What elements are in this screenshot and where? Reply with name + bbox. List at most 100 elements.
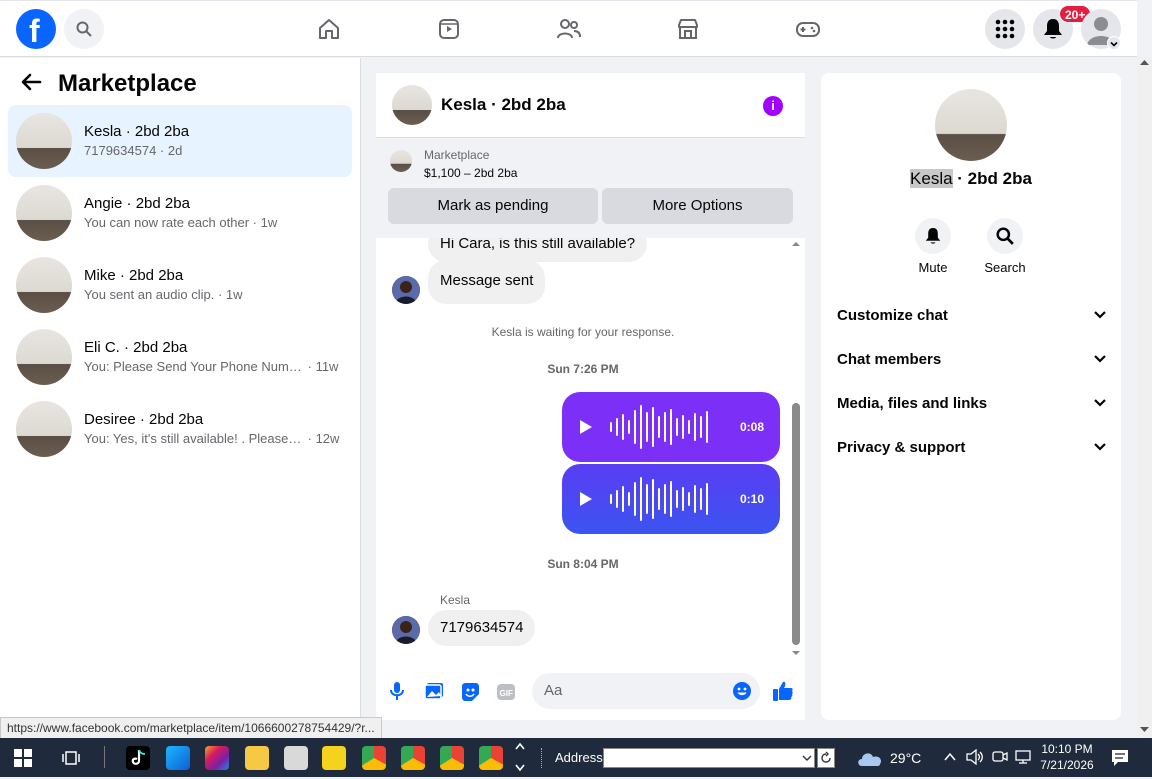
conversation-text: Mike · 2bd 2ba You sent an audio clip. · … [84, 266, 344, 304]
waveform-bar [676, 490, 678, 508]
refresh-icon[interactable] [817, 748, 835, 768]
marketplace-icon[interactable] [668, 11, 708, 47]
facebook-logo-icon[interactable]: f [16, 9, 56, 49]
search-icon[interactable] [64, 9, 104, 49]
conversation-item[interactable]: Eli C. · 2bd 2ba You: Please Send Your Ph… [8, 321, 352, 393]
message-input[interactable]: Aa [532, 673, 760, 709]
microphone-icon[interactable] [390, 681, 404, 706]
chat-scrollbar[interactable] [790, 238, 802, 658]
account-chevron-icon[interactable] [1107, 36, 1121, 50]
tiktok-icon[interactable] [126, 746, 150, 770]
menu-grid-icon[interactable] [985, 9, 1025, 49]
conversation-preview-row: 7179634574 · 2d [84, 142, 344, 160]
address-input[interactable] [603, 748, 815, 768]
search-action[interactable]: Search [975, 218, 1035, 275]
play-icon[interactable] [580, 492, 592, 506]
chevron-down-icon[interactable] [1093, 395, 1107, 412]
chat-panel: Kesla · 2bd 2ba i Marketplace $1,100 – 2… [376, 73, 805, 720]
section-label: Privacy & support [837, 438, 966, 456]
chrome-icon[interactable] [362, 746, 386, 770]
chrome-icon[interactable] [401, 746, 425, 770]
emoji-icon[interactable] [732, 681, 752, 706]
message-bubble: Message sent [428, 260, 546, 304]
conversation-item[interactable]: Angie · 2bd 2ba You can now rate each oth… [8, 177, 352, 249]
chevron-down-icon[interactable] [1093, 351, 1107, 368]
like-thumb-icon[interactable] [772, 680, 794, 707]
profile-avatar[interactable] [935, 89, 1007, 161]
details-section[interactable]: Chat members [837, 347, 1107, 371]
play-icon[interactable] [580, 420, 592, 434]
waveform-bar [700, 488, 702, 510]
home-icon[interactable] [309, 11, 349, 47]
waveform-bar [664, 484, 666, 514]
file-explorer-icon[interactable] [245, 746, 269, 770]
chevron-down-icon[interactable] [1093, 307, 1107, 324]
bell-icon[interactable] [915, 218, 951, 254]
mark-as-pending-button[interactable]: Mark as pending [388, 188, 598, 224]
meet-now-icon[interactable] [992, 749, 1008, 770]
waveform-bar [610, 422, 612, 432]
photo-icon[interactable] [424, 682, 444, 705]
conversation-time: 1w [225, 287, 243, 302]
conversation-item[interactable]: Mike · 2bd 2ba You sent an audio clip. · … [8, 249, 352, 321]
details-section[interactable]: Customize chat [837, 303, 1107, 327]
volume-icon[interactable] [966, 748, 984, 770]
waveform-bar [688, 420, 690, 434]
chat-header: Kesla · 2bd 2ba i [376, 73, 805, 138]
conversation-item[interactable]: Kesla · 2bd 2ba 7179634574 · 2d [8, 105, 352, 177]
edge-browser-icon[interactable] [166, 746, 190, 770]
info-icon[interactable]: i [763, 96, 783, 116]
waveform-bar [622, 486, 624, 512]
address-label: Address [555, 750, 603, 765]
waveform-bar [664, 412, 666, 442]
audio-message[interactable]: 0:08 [562, 392, 780, 462]
conversation-time: 1w [260, 215, 278, 230]
tray-chevron-icon[interactable] [944, 750, 956, 768]
conversation-name: Mike · 2bd 2ba [84, 267, 184, 284]
waveform-bar [682, 415, 684, 439]
copilot-icon[interactable] [205, 746, 229, 770]
chevron-down-icon[interactable] [1093, 439, 1107, 456]
conversation-time: 2d [167, 143, 183, 158]
chrome-icon[interactable] [479, 746, 503, 770]
chrome-icon[interactable] [440, 746, 464, 770]
details-section[interactable]: Privacy & support [837, 435, 1107, 459]
friends-icon[interactable] [549, 11, 589, 47]
video-icon[interactable] [429, 11, 469, 47]
taskbar-scroll-arrows-icon[interactable] [513, 740, 527, 779]
system-clock[interactable]: 10:10 PM 7/21/2026 [1036, 741, 1098, 773]
back-arrow-icon[interactable] [20, 72, 42, 97]
waveform-bar [616, 490, 618, 508]
cloud-weather-icon[interactable] [856, 748, 884, 773]
listing-thumbnail[interactable] [390, 150, 412, 172]
separator-dot: · [249, 215, 261, 230]
windows-start-icon[interactable] [14, 749, 32, 772]
snipping-tool-icon[interactable] [284, 746, 308, 770]
task-view-icon[interactable] [62, 749, 80, 772]
conversation-preview-row: You sent an audio clip. · 1w [84, 286, 344, 304]
sender-avatar[interactable] [392, 276, 420, 304]
window-scrollbar[interactable] [1137, 57, 1152, 737]
sticky-notes-icon[interactable] [322, 746, 346, 770]
search-icon[interactable] [987, 218, 1023, 254]
gif-icon[interactable]: GIF [496, 683, 516, 706]
gaming-icon[interactable] [788, 11, 828, 47]
conversation-item[interactable]: Desiree · 2bd 2ba You: Yes, it's still av… [8, 393, 352, 465]
chat-avatar[interactable] [392, 85, 432, 125]
network-icon[interactable] [1014, 749, 1032, 770]
waveform [610, 402, 708, 452]
audio-message[interactable]: 0:10 [562, 464, 780, 534]
waveform-bar [658, 488, 660, 510]
waiting-notice: Kesla is waiting for your response. [491, 325, 675, 339]
chat-title[interactable]: Kesla · 2bd 2ba [441, 95, 566, 115]
conversation-preview: You can now rate each other [84, 215, 250, 230]
notification-center-icon[interactable] [1111, 749, 1129, 772]
waveform-bar [634, 482, 636, 516]
details-section[interactable]: Media, files and links [837, 391, 1107, 415]
sender-avatar[interactable] [392, 616, 420, 644]
sticker-icon[interactable] [460, 682, 480, 707]
more-options-button[interactable]: More Options [602, 188, 793, 224]
message-composer: GIF Aa [376, 673, 805, 713]
mute-action[interactable]: Mute [903, 218, 963, 275]
conversation-text: Kesla · 2bd 2ba 7179634574 · 2d [84, 122, 344, 160]
